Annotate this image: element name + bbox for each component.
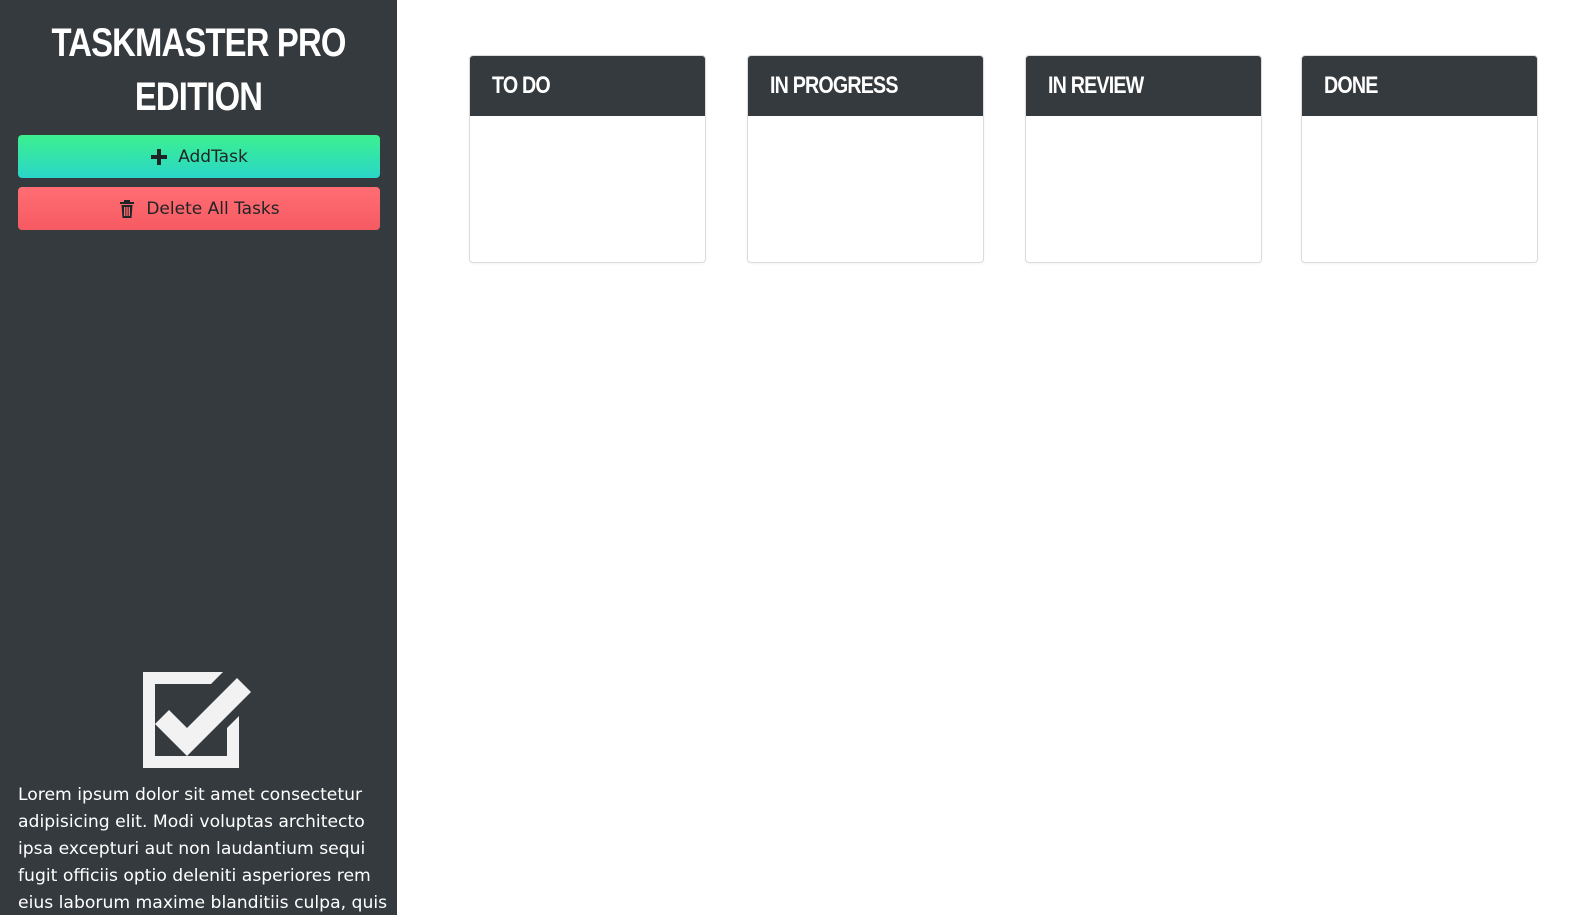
column-header: DONE [1302, 56, 1537, 116]
column-title: TO DO [492, 72, 551, 99]
column-title: DONE [1324, 72, 1378, 99]
column-in-progress[interactable]: IN PROGRESS [747, 55, 984, 263]
app-root: TASKMASTER PRO EDITION AddTask Delete Al… [0, 0, 1582, 915]
column-title: IN REVIEW [1048, 72, 1144, 99]
plus-icon [150, 148, 168, 166]
column-header: IN PROGRESS [748, 56, 983, 116]
sidebar: TASKMASTER PRO EDITION AddTask Delete Al… [0, 0, 397, 915]
checkbox-checked-icon [141, 670, 253, 770]
add-task-label: AddTask [178, 146, 248, 167]
delete-all-tasks-button[interactable]: Delete All Tasks [18, 187, 380, 230]
delete-all-tasks-label: Delete All Tasks [146, 198, 280, 219]
column-todo[interactable]: TO DO [469, 55, 706, 263]
trash-icon [118, 199, 136, 218]
column-dropzone[interactable] [1302, 116, 1537, 262]
column-in-review[interactable]: IN REVIEW [1025, 55, 1262, 263]
column-dropzone[interactable] [748, 116, 983, 262]
sidebar-description: Lorem ipsum dolor sit amet consectetur a… [18, 785, 388, 913]
column-done[interactable]: DONE [1301, 55, 1538, 263]
column-dropzone[interactable] [1026, 116, 1261, 262]
add-task-button[interactable]: AddTask [18, 135, 380, 178]
column-title: IN PROGRESS [770, 72, 898, 99]
column-header: IN REVIEW [1026, 56, 1261, 116]
app-title: TASKMASTER PRO EDITION [51, 21, 346, 119]
column-header: TO DO [470, 56, 705, 116]
column-dropzone[interactable] [470, 116, 705, 262]
